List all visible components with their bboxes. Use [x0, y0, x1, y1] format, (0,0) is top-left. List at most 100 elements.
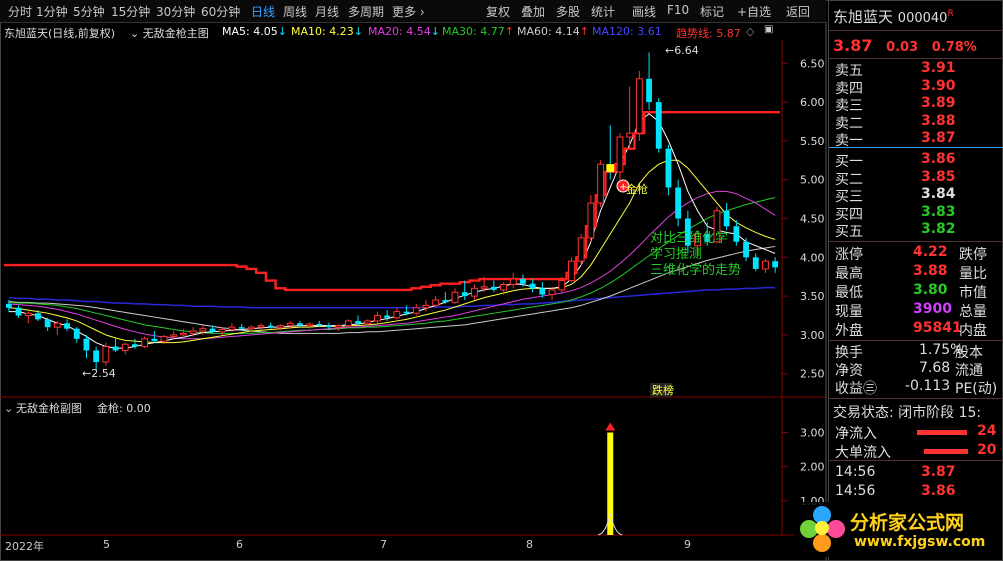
- candle-body: [772, 261, 779, 268]
- sub-y-tick-label: 3.00: [800, 427, 825, 440]
- stat-row-cell: PE(动): [955, 381, 998, 397]
- candle-body: [112, 346, 119, 351]
- candle-body: [15, 307, 22, 316]
- candle-body: [568, 260, 575, 282]
- candle-body: [24, 312, 32, 317]
- last-price: 3.87: [833, 36, 873, 55]
- stat-row-cell: 净资: [835, 363, 863, 379]
- candle-body: [520, 279, 526, 284]
- flow-bar: [924, 449, 968, 454]
- candle-body: [344, 320, 352, 327]
- x-tick-label: 2022年: [5, 540, 44, 553]
- stat-row-cell: 最低: [835, 285, 863, 301]
- stat-row-cell: 收益㊂: [835, 381, 877, 397]
- watermark-url: www.fxjgsw.com: [854, 534, 986, 550]
- x-axis: 2022年 5 6 7 8 9: [0, 536, 826, 553]
- note-line-2: 学习推测: [650, 246, 702, 262]
- y-tick-label: 3.50: [800, 290, 825, 303]
- stat-row-cell: 市值: [959, 285, 987, 301]
- stat-row-cell: 涨停: [835, 247, 863, 263]
- candle-body: [723, 210, 730, 227]
- candle-body: [646, 78, 652, 103]
- jinqiang-label: 金枪: [626, 182, 648, 196]
- stat-row-cell: 7.68: [919, 360, 951, 376]
- candle-body: [257, 325, 265, 328]
- stat-row-cell: 95841: [913, 320, 962, 336]
- stock-name: 东旭蓝天: [833, 8, 894, 26]
- y-tick-label: 5.00: [800, 174, 825, 187]
- candle-body: [393, 311, 401, 319]
- divider: [829, 241, 1003, 242]
- candle-body: [451, 291, 459, 303]
- candle-body: [267, 325, 274, 328]
- bid-row-cell: 3.83: [921, 203, 956, 220]
- bid-row-cell: 买五: [835, 224, 863, 240]
- stock-flag: R: [947, 9, 954, 19]
- candle-body: [364, 320, 372, 324]
- candle-body: [461, 292, 468, 297]
- candle-body: [733, 226, 740, 242]
- flow-row-cell: 20: [977, 442, 997, 458]
- candle-body: [480, 286, 488, 289]
- candle-body: [189, 330, 197, 334]
- stat-row-cell: 外盘: [835, 323, 863, 339]
- divider: [829, 58, 1003, 59]
- candle-body: [121, 343, 129, 351]
- candle-body: [374, 315, 381, 322]
- candle-body: [73, 328, 80, 339]
- candle-body: [529, 283, 536, 289]
- candle-body: [616, 136, 624, 173]
- candle-body: [626, 132, 634, 138]
- ask-row-cell: 3.91: [921, 60, 956, 76]
- stat-row-cell: 3.80: [913, 282, 948, 298]
- trade-status: 交易状态: 闭市阶段 15:: [833, 405, 982, 421]
- ask-row-cell: 3.88: [921, 112, 956, 129]
- candle-body: [151, 338, 158, 342]
- divider: [829, 460, 1003, 461]
- candle-body: [247, 326, 255, 330]
- y-tick-label: 4.00: [800, 251, 825, 264]
- divider: [829, 147, 1003, 148]
- candle-body: [743, 241, 749, 258]
- candle-body: [286, 322, 294, 327]
- stat-row-cell: 总量: [959, 304, 987, 320]
- price-pct: 0.78%: [931, 40, 977, 55]
- signal-arrow-icon: [605, 422, 616, 431]
- candle-body: [587, 202, 595, 239]
- candle-body: [141, 338, 149, 348]
- note-line-1: 对比三维化学: [650, 230, 728, 246]
- stat-row-cell: 跌停: [959, 247, 987, 263]
- y-tick-label: 2.50: [800, 368, 825, 381]
- quote-panel: 东旭蓝天 000040R 3.87 0.03 0.78% 卖五 3.91 卖四 3.9…: [828, 0, 1003, 561]
- candle-body: [500, 283, 507, 291]
- candle-body: [384, 315, 391, 318]
- tick-row-cell: 3.86: [921, 483, 956, 499]
- candle-body: [228, 326, 236, 330]
- signal-bar: [607, 432, 614, 535]
- y-tick-label: 3.00: [800, 329, 825, 342]
- subchart-chevron-icon[interactable]: ⌄: [4, 402, 13, 415]
- divider: [829, 398, 1003, 399]
- candle-body: [102, 346, 110, 363]
- candle-body: [64, 323, 70, 329]
- stock-code: 000040: [897, 11, 948, 26]
- stat-row-cell: 4.22: [913, 244, 948, 260]
- stat-row-cell: 3900: [913, 301, 952, 317]
- candle-body: [160, 335, 168, 342]
- candle-body: [44, 319, 51, 328]
- x-tick-label: 8: [526, 538, 533, 551]
- divider: [829, 340, 1003, 341]
- candle-body: [422, 304, 430, 309]
- x-tick-label: 7: [380, 538, 387, 551]
- sub-y-tick-label: 2.00: [800, 461, 825, 474]
- candle-body: [335, 325, 343, 328]
- price-change: 0.03: [886, 40, 919, 55]
- candle-body: [93, 350, 100, 363]
- low-annotation: ←2.54: [82, 367, 116, 380]
- candle-body: [442, 299, 449, 303]
- flow-row-cell: 净流入: [835, 426, 877, 442]
- flow-bar: [917, 430, 967, 435]
- candle-body: [490, 286, 497, 290]
- candle-body: [762, 260, 769, 270]
- subchart-title: 无敌金枪副图: [16, 401, 82, 415]
